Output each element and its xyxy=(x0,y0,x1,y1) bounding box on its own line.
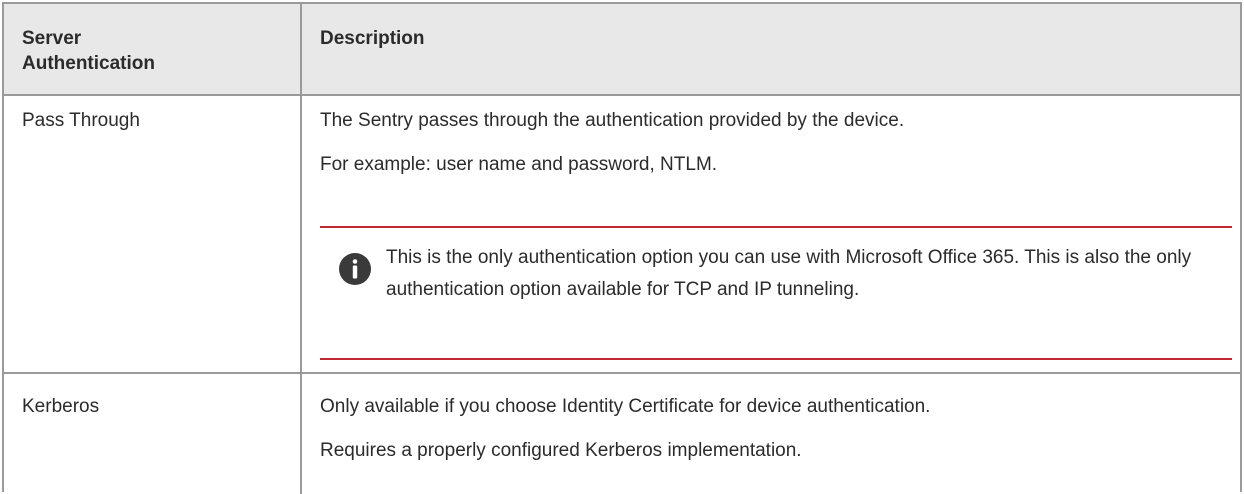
table-header xyxy=(4,4,1240,96)
row-desc-line: The Sentry passes through the authentica… xyxy=(320,110,905,131)
note-top-rule xyxy=(320,226,1232,228)
row-name-pass-through: Pass Through xyxy=(22,110,140,131)
info-icon xyxy=(339,253,371,285)
header-col1-line1: Server xyxy=(22,28,82,49)
row-divider xyxy=(4,372,1240,374)
column-divider xyxy=(300,4,302,494)
row-name-kerberos: Kerberos xyxy=(22,396,100,417)
note-bottom-rule xyxy=(320,358,1232,360)
header-col1-line2: Authentication xyxy=(22,53,155,74)
header-description: Description xyxy=(320,28,425,49)
server-authentication-table: Server Authentication Description Pass T… xyxy=(2,2,1242,494)
header-server-authentication: Server Authentication xyxy=(22,26,155,76)
row-desc-line: Only available if you choose Identity Ce… xyxy=(320,396,931,417)
row-desc-line: For example: user name and password, NTL… xyxy=(320,154,718,175)
row-desc-line: Requires a properly configured Kerberos … xyxy=(320,440,802,461)
note-text: This is the only authentication option y… xyxy=(386,247,1192,300)
